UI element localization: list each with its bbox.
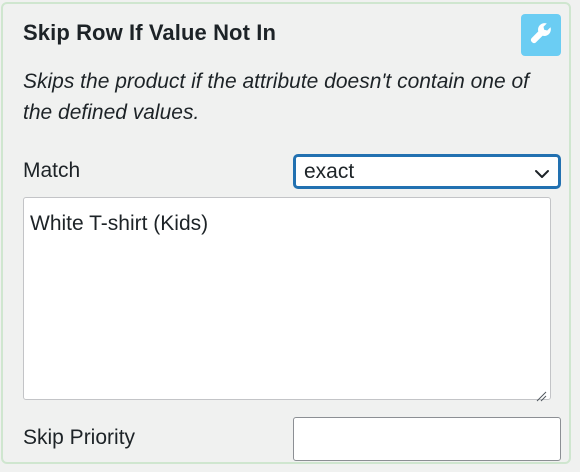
wrench-icon [529, 21, 553, 50]
panel-description: Skips the product if the attribute doesn… [23, 70, 529, 124]
values-textarea[interactable]: White T-shirt (Kids) [23, 197, 551, 402]
match-selected-value: exact [304, 159, 355, 183]
resize-handle-icon[interactable] [535, 384, 547, 402]
skip-row-panel: Skip Row If Value Not In Skips the produ… [1, 2, 571, 464]
settings-button[interactable] [521, 14, 561, 56]
panel-title: Skip Row If Value Not In [23, 20, 276, 45]
skip-priority-input[interactable] [293, 417, 561, 461]
match-select[interactable]: exact [294, 155, 560, 188]
match-label: Match [23, 159, 81, 182]
chevron-down-icon [534, 164, 550, 188]
values-text: White T-shirt (Kids) [30, 212, 209, 235]
skip-priority-label: Skip Priority [23, 426, 136, 449]
